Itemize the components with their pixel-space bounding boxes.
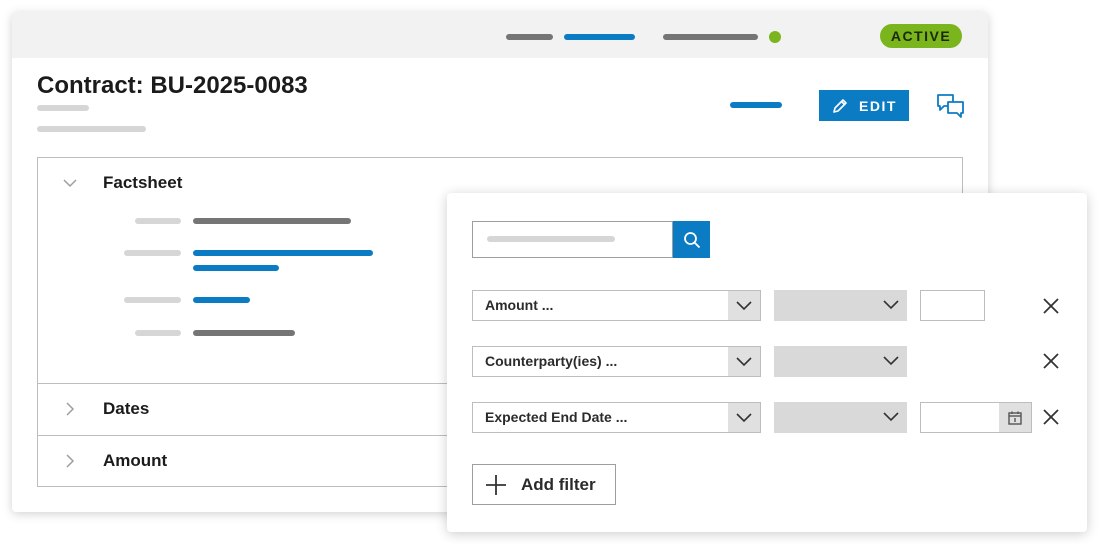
link-placeholder[interactable] (730, 102, 782, 108)
filter-field-value: Amount ... (485, 297, 554, 313)
search-placeholder (487, 236, 615, 242)
page-title: Contract: BU-2025-0083 (37, 72, 308, 99)
status-badge: ACTIVE (880, 24, 962, 48)
field-label-placeholder (124, 297, 181, 303)
edit-button-label: EDIT (859, 97, 897, 114)
field-link-placeholder[interactable] (193, 250, 373, 256)
step-indicator-1 (506, 34, 553, 40)
edit-button[interactable]: EDIT (819, 90, 909, 121)
field-label-placeholder (135, 218, 181, 224)
chevron-down-icon (883, 356, 899, 366)
field-value-placeholder (193, 218, 351, 224)
filter-operator-select[interactable] (774, 290, 907, 321)
pencil-icon (833, 98, 847, 113)
chevron-down-icon (728, 403, 760, 432)
filter-field-value: Counterparty(ies) ... (485, 353, 618, 369)
filter-panel: Amount ... Counterparty(ies) ... Expecte… (447, 193, 1087, 532)
chevron-down-icon (728, 291, 760, 320)
accordion-label-amount: Amount (103, 451, 168, 470)
filter-field-select[interactable]: Amount ... (472, 290, 761, 321)
field-value-placeholder (193, 330, 295, 336)
calendar-button[interactable] (999, 403, 1031, 432)
filter-field-select[interactable]: Expected End Date ... (472, 402, 761, 433)
accordion-label-dates: Dates (103, 399, 150, 418)
subtitle-placeholder-2 (37, 126, 146, 132)
field-label-placeholder (135, 330, 181, 336)
field-label-placeholder (124, 250, 181, 256)
remove-filter-icon[interactable] (1042, 408, 1060, 426)
chevron-down-icon (63, 179, 77, 188)
chevron-down-icon (728, 347, 760, 376)
search-button[interactable] (673, 221, 710, 258)
filter-field-select[interactable]: Counterparty(ies) ... (472, 346, 761, 377)
chevron-right-icon (66, 454, 75, 468)
calendar-icon (1008, 411, 1022, 425)
field-link-placeholder[interactable] (193, 297, 250, 303)
filter-date-input[interactable] (920, 402, 1032, 433)
subtitle-placeholder-1 (37, 105, 89, 111)
filter-operator-select[interactable] (774, 402, 907, 433)
field-link-placeholder[interactable] (193, 265, 279, 271)
remove-filter-icon[interactable] (1042, 297, 1060, 315)
chevron-down-icon (883, 300, 899, 310)
status-dot (769, 31, 781, 43)
add-filter-label: Add filter (521, 475, 596, 494)
comments-button[interactable] (936, 92, 966, 120)
chevron-right-icon (66, 402, 75, 416)
accordion-label-factsheet: Factsheet (103, 173, 183, 192)
step-indicator-3 (663, 34, 758, 40)
filter-operator-select[interactable] (774, 346, 907, 377)
search-input[interactable] (472, 221, 673, 258)
step-indicator-2-active (564, 34, 635, 40)
chevron-down-icon (883, 412, 899, 422)
filter-value-input[interactable] (920, 290, 985, 321)
remove-filter-icon[interactable] (1042, 352, 1060, 370)
filter-field-value: Expected End Date ... (485, 409, 628, 425)
add-filter-button[interactable]: Add filter (472, 464, 616, 505)
search-icon (683, 231, 700, 248)
chat-bubbles-icon (937, 94, 964, 118)
plus-icon (486, 475, 506, 495)
top-status-bar: ACTIVE (12, 12, 988, 58)
